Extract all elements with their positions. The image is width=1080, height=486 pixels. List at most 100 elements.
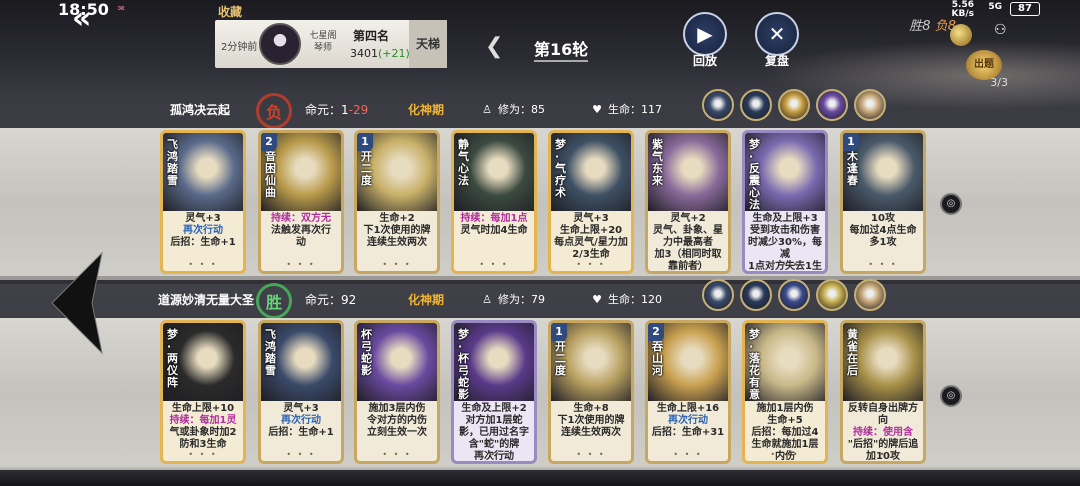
person-icon: ♙ [482, 293, 492, 306]
skill-icon[interactable] [740, 279, 772, 311]
card-name: 紫气东来 [652, 138, 663, 187]
skill-icon[interactable] [778, 279, 810, 311]
card-dots: • • • [673, 260, 703, 269]
ladder-mode-badge: 天梯 [409, 20, 447, 68]
opponent-title: 七星阁琴师 [309, 31, 337, 53]
card-name: 梦·两仪阵 [167, 328, 178, 389]
card-name: 梦·落花有意 [749, 328, 760, 401]
card-dots: • • • [382, 450, 412, 459]
lane-divider [0, 276, 1080, 284]
card-dots: • • • [868, 450, 898, 459]
card-level-badge: 2 [261, 133, 277, 151]
card-dots: • • • [286, 450, 316, 459]
card-dots: • • • [673, 450, 703, 459]
review-button[interactable]: ✕ 复盘 [752, 12, 802, 72]
card[interactable]: 气吞山河2生命上限+16再次行动后招：生命+31• • • [645, 320, 731, 464]
skill-icon[interactable] [816, 89, 848, 121]
card[interactable]: 梅开二度1生命+2下1次使用的牌连续生效两次• • • [354, 130, 440, 274]
result-seal: 胜 [256, 283, 292, 319]
opponent-score: 3401(+21) [350, 47, 410, 60]
card[interactable]: 静气心法 持续：每加1点 灵气时加4生命 • • • [451, 130, 537, 274]
skill-icon[interactable] [854, 279, 886, 311]
player-name: 孤鸿决云起 [170, 103, 231, 117]
skill-icon[interactable] [778, 89, 810, 121]
card[interactable]: 梦·杯弓蛇影 生命及上限+2 对方加1层蛇影，已用过名字含"蛇"的牌 再次行动 • • … [451, 320, 537, 464]
round-title[interactable]: 第16轮 [534, 36, 589, 62]
deck-info-icon[interactable]: ◎ [940, 385, 962, 407]
card[interactable]: 天音困仙曲2持续：双方无法触发再次行动• • • [258, 130, 344, 274]
bottom-ink-decoration [0, 466, 1080, 486]
card-dots: • • • [868, 260, 898, 269]
opponent-panel: 2分钟前 七星阁琴师 第四名 3401(+21) 天梯 [215, 20, 447, 68]
card-level-badge: 1 [357, 133, 373, 151]
question-count: 3/3 [990, 76, 1008, 89]
player-info-row: 道源妙清无量大圣 胜 命元：92 化神期 ♙ 修为：79 ♥ 生命：120 [0, 279, 1080, 319]
win-loss-record: 胜8 负8 [909, 19, 956, 34]
card-name: 黄雀在后 [847, 328, 858, 377]
card-dots: • • • [576, 260, 606, 269]
card[interactable]: 梦·气疗术 灵气+3 生命上限+20 每点灵气/星力加2/3生命 • • • [548, 130, 634, 274]
card-name: 飞鸿踏雪 [167, 138, 178, 187]
battery-icon: 87 [1010, 2, 1040, 16]
card[interactable]: 梦·两仪阵 生命上限+10 持续：每加1灵 气或卦象时加2防和3生命 • • • [160, 320, 246, 464]
prev-round-icon[interactable]: ❮ [485, 34, 503, 59]
share-icon[interactable]: ⚇ [994, 22, 1018, 44]
card-dots: • • • [382, 260, 412, 269]
heart-icon: ♥ [592, 103, 602, 116]
realm-label: 化神期 [408, 103, 445, 117]
card[interactable]: 飞鸿踏雪 灵气+3 再次行动 后招：生命+1 • • • [160, 130, 246, 274]
fate-stat: 命元：92 [305, 293, 357, 307]
card[interactable]: 飞鸿踏雪 灵气+3 再次行动 后招：生命+1 • • • [258, 320, 344, 464]
card-level-badge: 1 [551, 323, 567, 341]
card-dots: • • • [286, 260, 316, 269]
card-dots: • • • [188, 450, 218, 459]
card-dots: • • • [479, 260, 509, 269]
card-dots: • • • [188, 260, 218, 269]
skill-icon[interactable] [854, 89, 886, 121]
card-lane: 飞鸿踏雪灵气+3再次行动后招：生命+1• • •天音困仙曲2持续：双方无法触发再… [0, 128, 1080, 280]
play-icon: ▶ [683, 12, 727, 56]
card[interactable]: 黄雀在后 反转自身出牌方向 持续：使用含 "后招"的牌后追加10攻 • • • [840, 320, 926, 464]
card[interactable]: 枯木逢春110攻每加过4点生命多1攻• • • [840, 130, 926, 274]
card-level-badge: 1 [843, 133, 859, 151]
card[interactable]: 杯弓蛇影 施加3层内伤 令对方的内伤 立刻生效一次 • • • [354, 320, 440, 464]
card[interactable]: 梅开二度1生命+8下1次使用的牌连续生效两次• • • [548, 320, 634, 464]
fate-stat: 命元：1-29 [305, 103, 369, 117]
left-chevron-icon[interactable] [42, 248, 122, 358]
card-dots: • • • [770, 450, 800, 459]
card-level-badge: 2 [648, 323, 664, 341]
player-info-row: 孤鸿决云起 负 命元：1-29 化神期 ♙ 修为：85 ♥ 生命：117 [0, 89, 1080, 129]
notification-icon: ✉ [118, 4, 125, 13]
skill-icon[interactable] [740, 89, 772, 121]
realm-label: 化神期 [408, 293, 445, 307]
card-dots: • • • [576, 450, 606, 459]
card-name: 梦·气疗术 [555, 138, 566, 199]
skill-icon[interactable] [816, 279, 848, 311]
cultivation-stat: ♙ 修为：85 [480, 101, 545, 117]
card-dots: • • • [770, 260, 800, 269]
card-name: 梦·反震心法 [749, 138, 760, 211]
skill-icon-list [702, 279, 892, 315]
skill-icon[interactable] [702, 279, 734, 311]
player-name: 道源妙清无量大圣 [158, 293, 255, 307]
deck-info-icon[interactable]: ◎ [940, 193, 962, 215]
crossed-swords-icon: ✕ [755, 12, 799, 56]
signal-indicator: 5G [988, 2, 1002, 12]
card[interactable]: 梦·反震心法生命及上限+3受到攻击和伤害时减少30%，每减1点对方失去1生命，持… [742, 130, 828, 274]
heart-icon: ♥ [592, 293, 602, 306]
match-time: 2分钟前 [221, 42, 258, 53]
card[interactable]: 梦·落花有意 施加1层内伤 生命+5 后招：每加过4生命就施加1层内伤 • • • [742, 320, 828, 464]
person-icon: ♙ [482, 103, 492, 116]
cultivation-stat: ♙ 修为：79 [480, 291, 545, 307]
card-name: 飞鸿踏雪 [265, 328, 276, 377]
card-name: 杯弓蛇影 [361, 328, 372, 377]
collect-button[interactable]: 收藏 [218, 3, 242, 20]
avatar[interactable] [259, 23, 301, 65]
card-name: 静气心法 [458, 138, 469, 187]
skill-icon[interactable] [702, 89, 734, 121]
card[interactable]: 紫气东来 灵气+2 灵气、卦象、星力中最高者 加3（相同时取靠前者） • • • [645, 130, 731, 274]
card-dots: • • • [479, 450, 509, 459]
card-lane: 梦·两仪阵 生命上限+10 持续：每加1灵 气或卦象时加2防和3生命 • • • 飞鸿踏雪… [0, 318, 1080, 470]
replay-button[interactable]: ▶ 回放 [680, 12, 730, 72]
back-arrow-icon[interactable]: « [72, 4, 112, 40]
